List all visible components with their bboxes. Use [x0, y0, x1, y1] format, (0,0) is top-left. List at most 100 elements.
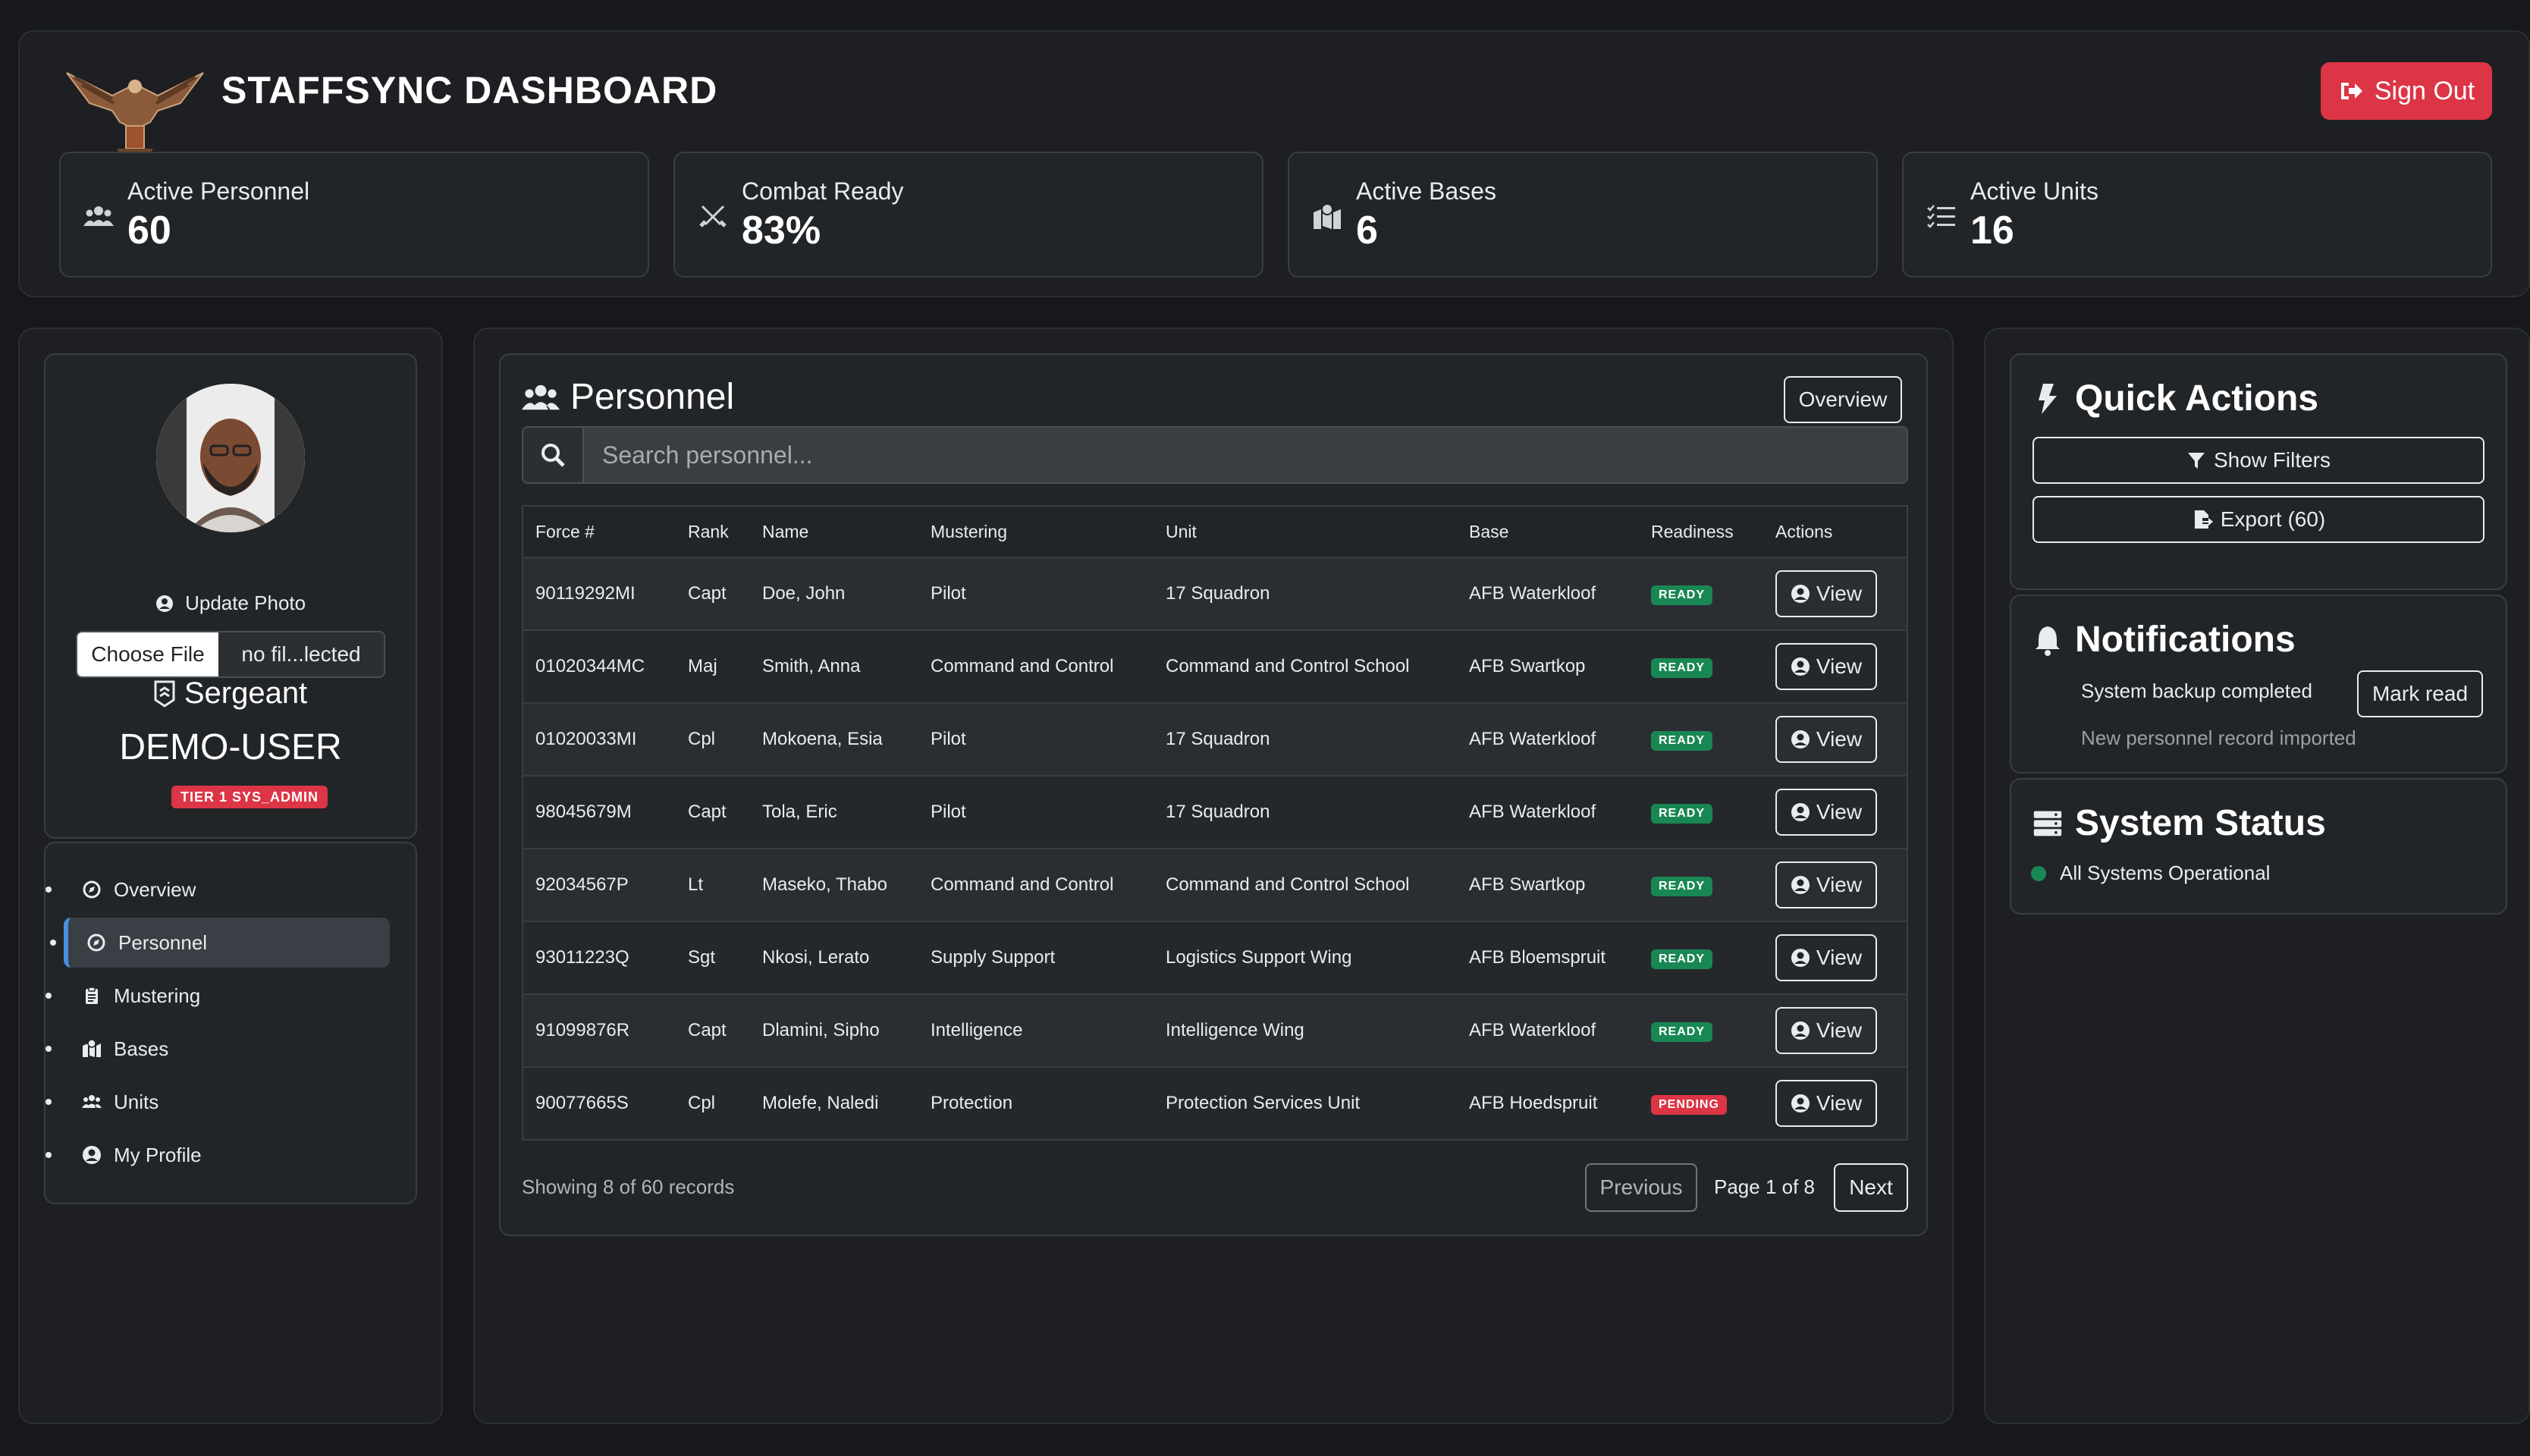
user-circle-icon [1791, 949, 1810, 967]
search-input[interactable] [584, 428, 1907, 482]
export-button[interactable]: Export (60) [2032, 496, 2484, 543]
nav-item-overview[interactable]: Overview [46, 864, 390, 915]
cell-force: 01020344MC [523, 629, 676, 703]
readiness-badge: READY [1651, 877, 1713, 896]
navigation-menu: Overview Personnel Mustering Bases Units… [44, 842, 417, 1204]
column-header[interactable]: Force # [523, 506, 676, 558]
stat-card-combat-ready: Combat Ready 83% [673, 152, 1263, 278]
file-name-text: no fil...lected [218, 632, 384, 676]
cell-force: 90077665S [523, 1066, 676, 1140]
user-circle-icon [155, 595, 173, 612]
view-button[interactable]: View [1775, 1007, 1877, 1054]
nav-label: Bases [114, 1037, 169, 1060]
stat-label: Active Bases [1356, 177, 1496, 205]
view-label: View [1816, 727, 1863, 751]
nav-item-personnel[interactable]: Personnel [50, 918, 390, 968]
cell-mustering: Pilot [918, 775, 1154, 849]
table-row[interactable]: 90077665S Cpl Molefe, Naledi Protection Prot… [523, 1066, 1907, 1140]
nav-item-units[interactable]: Units [46, 1077, 390, 1127]
cell-force: 92034567P [523, 848, 676, 921]
cell-actions: View [1763, 702, 1907, 776]
view-button[interactable]: View [1775, 570, 1877, 617]
cell-actions: View [1763, 629, 1907, 703]
nav-label: Overview [114, 877, 196, 901]
show-filters-button[interactable]: Show Filters [2032, 437, 2484, 484]
stat-label: Active Units [1970, 177, 2098, 205]
cell-name: Nkosi, Lerato [750, 921, 918, 994]
notifications-title: Notifications [2032, 619, 2296, 661]
cell-name: Maseko, Thabo [750, 848, 918, 921]
system-status-card: System Status All Systems Operational [2010, 778, 2507, 915]
table-row[interactable]: 90119292MI Capt Doe, John Pilot 17 Squadron A… [523, 557, 1907, 630]
stat-card-active-personnel: Active Personnel 60 [59, 152, 649, 278]
cell-mustering: Pilot [918, 557, 1154, 630]
table-row[interactable]: 91099876R Capt Dlamini, Sipho Intelligence I… [523, 993, 1907, 1067]
crossed-swords-icon [698, 203, 728, 231]
table-row[interactable]: 92034567P Lt Maseko, Thabo Command and Cont… [523, 848, 1907, 921]
avatar[interactable] [156, 384, 305, 532]
system-status-text: All Systems Operational [2060, 861, 2271, 884]
update-photo-label[interactable]: Update Photo [46, 592, 416, 615]
view-button[interactable]: View [1775, 934, 1877, 981]
view-button[interactable]: View [1775, 1080, 1877, 1127]
users-icon [82, 1095, 102, 1108]
column-header[interactable]: Mustering [918, 506, 1154, 558]
personnel-card: Personnel Overview Force # Rank Name Mus… [499, 353, 1928, 1236]
readiness-badge: READY [1651, 1022, 1713, 1042]
user-circle-icon [1791, 1021, 1810, 1040]
column-header[interactable]: Name [750, 506, 918, 558]
export-label: Export (60) [2220, 507, 2326, 531]
next-page-button[interactable]: Next [1834, 1163, 1908, 1212]
cell-name: Smith, Anna [750, 629, 918, 703]
file-input[interactable]: Choose File no fil...lected [76, 631, 385, 678]
compass-icon [83, 880, 101, 899]
view-button[interactable]: View [1775, 789, 1877, 836]
table-header-row: Force # Rank Name Mustering Unit Base Re… [523, 506, 1907, 558]
nav-item-my-profile[interactable]: My Profile [46, 1130, 390, 1180]
sign-out-button[interactable]: Sign Out [2321, 62, 2492, 120]
cell-actions: View [1763, 557, 1907, 630]
cell-mustering: Supply Support [918, 921, 1154, 994]
cell-rank: Capt [676, 993, 750, 1067]
cell-unit: Intelligence Wing [1154, 993, 1457, 1067]
user-circle-icon [1791, 730, 1810, 748]
view-button[interactable]: View [1775, 643, 1877, 690]
user-circle-icon [1791, 803, 1810, 821]
column-header[interactable]: Unit [1154, 506, 1457, 558]
overview-button[interactable]: Overview [1784, 376, 1902, 423]
nav-item-bases[interactable]: Bases [46, 1024, 390, 1074]
cell-readiness: READY [1639, 629, 1763, 703]
eagle-logo [59, 50, 211, 164]
view-label: View [1816, 873, 1863, 896]
cell-readiness: READY [1639, 993, 1763, 1067]
column-header[interactable]: Rank [676, 506, 750, 558]
rank-line: Sergeant [46, 676, 416, 711]
user-circle-icon [1791, 585, 1810, 603]
previous-page-button[interactable]: Previous [1585, 1163, 1697, 1212]
table-row[interactable]: 01020033MI Cpl Mokoena, Esia Pilot 17 Squadr… [523, 702, 1907, 776]
sign-out-label: Sign Out [2374, 76, 2475, 105]
readiness-badge: READY [1651, 804, 1713, 824]
rank-text: Sergeant [184, 676, 308, 710]
stat-value: 6 [1356, 209, 1378, 253]
table-row[interactable]: 01020344MC Maj Smith, Anna Command and Cont… [523, 629, 1907, 703]
nav-item-mustering[interactable]: Mustering [46, 971, 390, 1021]
view-button[interactable]: View [1775, 716, 1877, 763]
cell-readiness: READY [1639, 702, 1763, 776]
notifications-title-text: Notifications [2075, 620, 2296, 660]
view-button[interactable]: View [1775, 861, 1877, 908]
column-header[interactable]: Readiness [1639, 506, 1763, 558]
view-label: View [1816, 654, 1863, 678]
mark-read-button[interactable]: Mark read [2357, 670, 2483, 717]
records-count: Showing 8 of 60 records [522, 1175, 735, 1198]
quick-actions-title: Quick Actions [2032, 378, 2318, 419]
column-header[interactable]: Base [1457, 506, 1639, 558]
file-export-icon [2194, 510, 2213, 529]
user-circle-icon [1791, 1094, 1810, 1112]
choose-file-button[interactable]: Choose File [77, 632, 218, 676]
table-row[interactable]: 98045679M Capt Tola, Eric Pilot 17 Squadron A… [523, 775, 1907, 849]
search-icon[interactable] [523, 428, 584, 482]
table-row[interactable]: 93011223Q Sgt Nkosi, Lerato Supply Support L… [523, 921, 1907, 994]
cell-rank: Capt [676, 557, 750, 630]
system-status-line: All Systems Operational [2031, 861, 2270, 885]
